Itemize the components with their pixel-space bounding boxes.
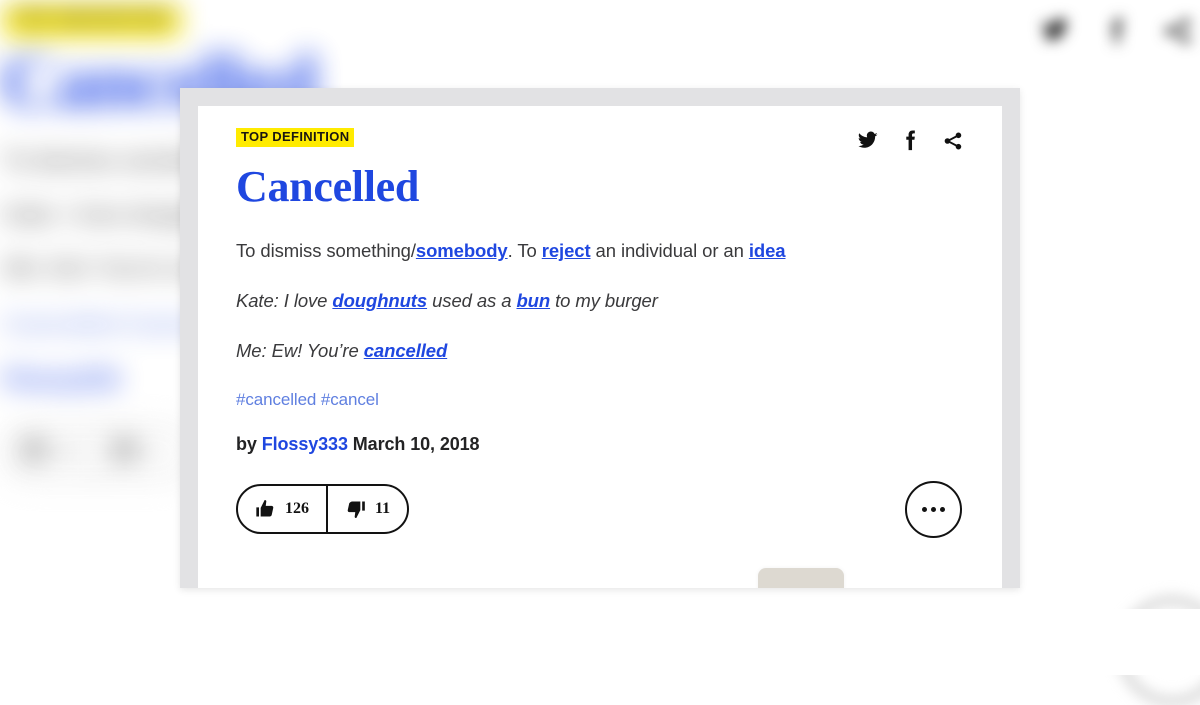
background-upvote-count: 126	[53, 443, 79, 461]
vote-bar: 126 11	[236, 484, 410, 535]
upvote-button[interactable]: 126	[238, 486, 326, 532]
background-thumbs-up-icon	[24, 439, 44, 461]
cropped-content-below	[758, 568, 844, 588]
example-link-cancelled[interactable]: cancelled	[364, 340, 448, 361]
top-definition-badge: TOP DEFINITION	[236, 128, 355, 148]
byline: by Flossy333 March 10, 2018	[236, 434, 964, 455]
twitter-icon[interactable]	[855, 130, 880, 152]
author-link[interactable]: Flossy333	[262, 434, 348, 454]
tag-list: #cancelled #cancel	[236, 390, 964, 410]
example2-part-1: Me: Ew! You’re	[236, 339, 364, 361]
facebook-icon[interactable]	[904, 129, 917, 152]
definition-link-idea[interactable]: idea	[749, 240, 786, 261]
thumbs-down-icon	[345, 499, 366, 519]
social-share-group	[855, 129, 964, 152]
definition-card: TOP DEFINITION Cancelled To dismiss some…	[180, 88, 1020, 588]
page-title: Cancelled	[236, 162, 420, 211]
background-facebook-icon	[1108, 16, 1126, 46]
example-line-2: Me: Ew! You’re cancelled	[236, 338, 964, 364]
downvote-button[interactable]: 11	[326, 486, 407, 533]
background-byline-author: Flossy333	[3, 366, 120, 394]
more-options-button[interactable]	[905, 480, 962, 538]
card-header: TOP DEFINITION	[236, 128, 964, 152]
definition-part-1: To dismiss something/	[236, 240, 416, 262]
definition-text: To dismiss something/somebody. To reject…	[236, 238, 964, 264]
background-downvote-count: 11	[141, 443, 158, 461]
definition-part-2: . To	[507, 240, 542, 262]
tag-cancelled[interactable]: #cancelled	[236, 390, 316, 409]
background-vote-bar: 126 11	[3, 424, 190, 482]
tag-cancel[interactable]: #cancel	[321, 390, 379, 409]
upvote-count: 126	[285, 500, 309, 518]
example1-part-1: Kate: I love	[236, 290, 333, 312]
ellipsis-dot-1	[922, 506, 927, 512]
byline-date: March 10, 2018	[347, 433, 480, 454]
example-link-bun[interactable]: bun	[516, 290, 550, 311]
thumbs-up-icon	[255, 499, 276, 519]
ellipsis-dot-3	[940, 506, 945, 512]
downvote-count: 11	[375, 500, 391, 518]
background-twitter-icon	[1038, 16, 1072, 46]
example1-part-2: used as a	[427, 290, 517, 312]
definition-card-inner: TOP DEFINITION Cancelled To dismiss some…	[198, 106, 1002, 588]
example1-part-3: to my burger	[550, 290, 658, 312]
background-thumbs-down-icon	[114, 439, 134, 461]
definition-part-3: an individual or an	[590, 240, 749, 262]
byline-prefix: by	[236, 433, 262, 454]
background-social-icons	[1038, 16, 1192, 46]
ellipsis-dot-2	[931, 506, 936, 512]
example-line-1: Kate: I love doughnuts used as a bun to …	[236, 288, 964, 314]
definition-link-reject[interactable]: reject	[542, 240, 591, 261]
share-icon[interactable]	[941, 130, 964, 152]
background-top-definition-badge: TOP DEFINITION	[3, 5, 181, 37]
background-share-icon	[1162, 16, 1192, 46]
bottom-white-band	[0, 609, 1200, 675]
example-link-doughnuts[interactable]: doughnuts	[332, 290, 427, 311]
card-actions: 126 11	[236, 480, 964, 538]
definition-link-somebody[interactable]: somebody	[416, 240, 508, 261]
